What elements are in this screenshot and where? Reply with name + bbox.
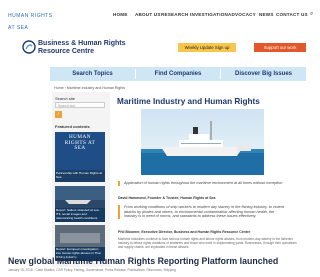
tab-search-topics[interactable]: Search Topics bbox=[50, 67, 135, 81]
quote-byline: David Hammond, Founder & Trustee, Human … bbox=[118, 196, 216, 200]
ship-image bbox=[141, 109, 264, 175]
quote-byline: Phil Bloomer, Executive Director, Busine… bbox=[118, 230, 251, 234]
breadcrumb[interactable]: Home › Maritime Industry and Human Right… bbox=[54, 86, 125, 90]
support-our-work-button[interactable]: Support our work bbox=[254, 43, 306, 52]
featured-image bbox=[55, 225, 105, 247]
hras-card-logo-text: HUMAN RIGHTS AT SEA bbox=[64, 134, 96, 152]
article-meta: January 15, 2018 · Case Studies, CSR Pol… bbox=[8, 268, 176, 272]
tab-discover-big-issues[interactable]: Discover Big Issues bbox=[221, 67, 306, 81]
featured-card-title: Report: Sailors stranded at sea - ITF, s… bbox=[56, 208, 101, 220]
nav-advocacy[interactable]: ADVOCACY bbox=[228, 12, 256, 17]
nav-news[interactable]: NEWS bbox=[259, 12, 274, 17]
quote-block: From working conditions of ship workers … bbox=[118, 205, 288, 219]
quote-block: Application of human rights throughout t… bbox=[118, 181, 288, 186]
tab-find-companies[interactable]: Find Companies bbox=[136, 67, 220, 81]
nav-home[interactable]: HOME bbox=[113, 12, 128, 17]
article-headline[interactable]: New global Maritime Human Rights Reporti… bbox=[8, 256, 278, 266]
nav-about-us[interactable]: ABOUT US bbox=[135, 12, 161, 17]
weekly-update-button[interactable]: Weekly Update Sign up bbox=[178, 43, 236, 52]
brhrc-title[interactable]: Business & Human Rights Resource Centre bbox=[38, 40, 128, 56]
body-text: Maritime industries continue to face ser… bbox=[118, 237, 297, 249]
nav-research[interactable]: RESEARCH bbox=[161, 12, 188, 17]
search-icon[interactable]: ⌕ bbox=[310, 11, 313, 18]
search-submit-button[interactable]: › bbox=[55, 111, 62, 118]
featured-card-title: Partnership with Human Rights at Sea bbox=[56, 171, 103, 179]
search-input[interactable]: Search text bbox=[55, 102, 105, 108]
nav-investigation[interactable]: INVESTIGATION bbox=[190, 12, 228, 17]
search-label: Search site bbox=[55, 96, 76, 101]
featured-image bbox=[55, 186, 105, 208]
hras-logo[interactable]: HUMAN RIGHTS AT SEA bbox=[8, 10, 54, 31]
featured-label: Featured contents bbox=[55, 124, 90, 129]
page-title: Maritime Industry and Human Rights bbox=[117, 97, 260, 106]
nav-contact-us[interactable]: CONTACT US bbox=[276, 12, 308, 17]
brhrc-logo-icon[interactable] bbox=[22, 40, 36, 54]
